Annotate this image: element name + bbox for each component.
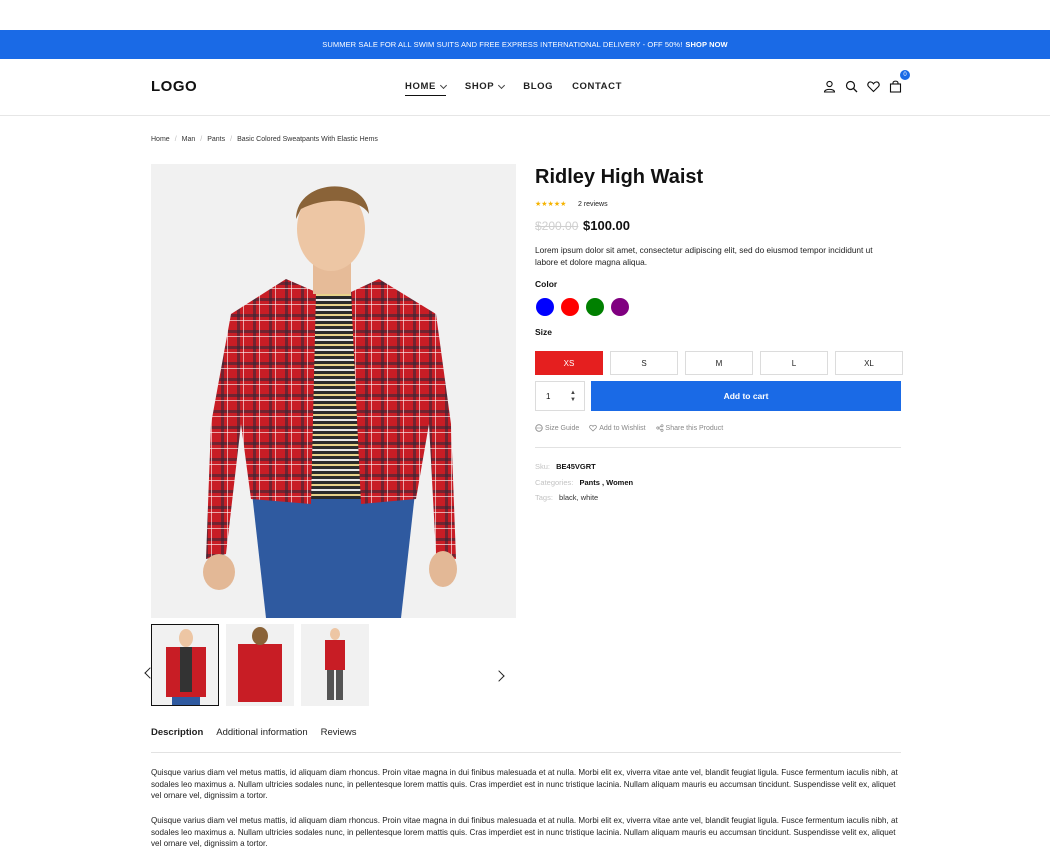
product-action-links: Size Guide Add to Wishlist Share this Pr… [535,424,723,432]
globe-icon [535,424,543,432]
share-product-link[interactable]: Share this Product [655,424,724,432]
product-tabs: Description Additional information Revie… [151,727,357,738]
breadcrumb-man[interactable]: Man [182,136,196,143]
breadcrumb-separator: / [174,136,177,143]
current-price: $100.00 [583,218,630,233]
promo-bar: SUMMER SALE FOR ALL SWIM SUITS AND FREE … [0,30,1050,59]
main-nav: HOME SHOP BLOG CONTACT [405,81,641,96]
color-swatch-green[interactable] [586,298,604,316]
tab-additional-information[interactable]: Additional information [216,727,307,738]
color-label: Color [535,279,558,289]
nav-contact[interactable]: CONTACT [572,81,622,92]
tags-label: Tags: [535,493,553,502]
thumbnail-2[interactable] [226,624,294,706]
tags-row: Tags: black, white [535,493,598,502]
header-icons: 0 [822,70,910,94]
thumbnail-3[interactable] [301,624,369,706]
add-to-cart-button[interactable]: Add to cart [591,381,901,411]
promo-text: SUMMER SALE FOR ALL SWIM SUITS AND FREE … [322,40,683,49]
promo-shop-now-link[interactable]: SHOP NOW [685,40,727,49]
breadcrumb-separator: / [200,136,203,143]
nav-home-label: HOME [405,81,436,92]
color-swatch-red[interactable] [561,298,579,316]
product-title: Ridley High Waist [535,166,704,188]
nav-shop[interactable]: SHOP [464,81,506,92]
nav-blog[interactable]: BLOG [523,81,553,92]
thumbnail-next-arrow-icon[interactable] [493,670,505,682]
breadcrumb: Home / Man / Pants / Basic Colored Sweat… [151,136,378,143]
logo[interactable]: LOGO [151,78,197,95]
reviews-link[interactable]: 2 reviews [578,201,608,208]
chevron-down-icon [498,81,506,89]
chevron-down-icon [439,81,447,89]
tab-description[interactable]: Description [151,727,203,738]
size-s[interactable]: S [610,351,678,375]
old-price: $200.00 [535,219,579,233]
tab-reviews[interactable]: Reviews [321,727,357,738]
tabs-divider [151,752,901,753]
quantity-value: 1 [546,391,551,401]
heart-icon [589,424,597,432]
rating-stars-icon: ★★★★★ [535,201,567,208]
size-label: Size [535,327,553,337]
add-to-wishlist-label: Add to Wishlist [599,424,646,432]
search-icon[interactable] [844,79,859,94]
sku-row: Sku: BE45VGRT [535,462,596,471]
cart-icon[interactable]: 0 [888,70,910,94]
breadcrumb-current: Basic Colored Sweatpants With Elastic He… [237,136,378,143]
size-m[interactable]: M [685,351,753,375]
thumbnail-1[interactable] [151,624,219,706]
site-header: LOGO HOME SHOP BLOG CONTACT 0 [0,59,1050,116]
breadcrumb-home[interactable]: Home [151,136,170,143]
divider [535,447,901,448]
size-options: XS S M L XL [535,351,903,375]
nav-home[interactable]: HOME [405,81,447,96]
add-to-wishlist-link[interactable]: Add to Wishlist [589,424,646,432]
categories-row: Categories: Pants , Women [535,478,633,487]
short-description: Lorem ipsum dolor sit amet, consectetur … [535,245,873,267]
size-l[interactable]: L [760,351,828,375]
nav-shop-label: SHOP [464,81,495,92]
description-paragraph: Quisque varius diam vel metus mattis, id… [151,816,898,848]
size-guide-label: Size Guide [545,424,580,432]
stepper-arrows-icon[interactable]: ▲ ▼ [570,390,576,404]
sku-label: Sku: [535,462,551,471]
breadcrumb-pants[interactable]: Pants [207,136,225,143]
size-xl[interactable]: XL [835,351,903,375]
size-xs[interactable]: XS [535,351,603,375]
share-product-label: Share this Product [665,424,724,432]
user-icon[interactable] [822,79,837,94]
categories-label: Categories: [535,478,574,487]
heart-icon[interactable] [866,79,881,94]
categories-value[interactable]: Pants , Women [579,478,633,487]
cart-count-badge: 0 [900,70,910,80]
tags-value[interactable]: black, white [559,493,598,502]
nav-contact-label: CONTACT [572,81,623,92]
color-swatch-blue[interactable] [536,298,554,316]
breadcrumb-separator: / [230,136,233,143]
color-swatches [536,298,629,316]
quantity-stepper[interactable]: 1 ▲ ▼ [535,381,585,411]
product-main-image[interactable] [151,164,516,618]
sku-value: BE45VGRT [556,462,596,471]
nav-blog-label: BLOG [523,81,554,92]
color-swatch-purple[interactable] [611,298,629,316]
description-paragraph: Quisque varius diam vel metus mattis, id… [151,768,898,800]
share-icon [655,424,663,432]
size-guide-link[interactable]: Size Guide [535,424,579,432]
thumbnail-strip [151,624,369,706]
